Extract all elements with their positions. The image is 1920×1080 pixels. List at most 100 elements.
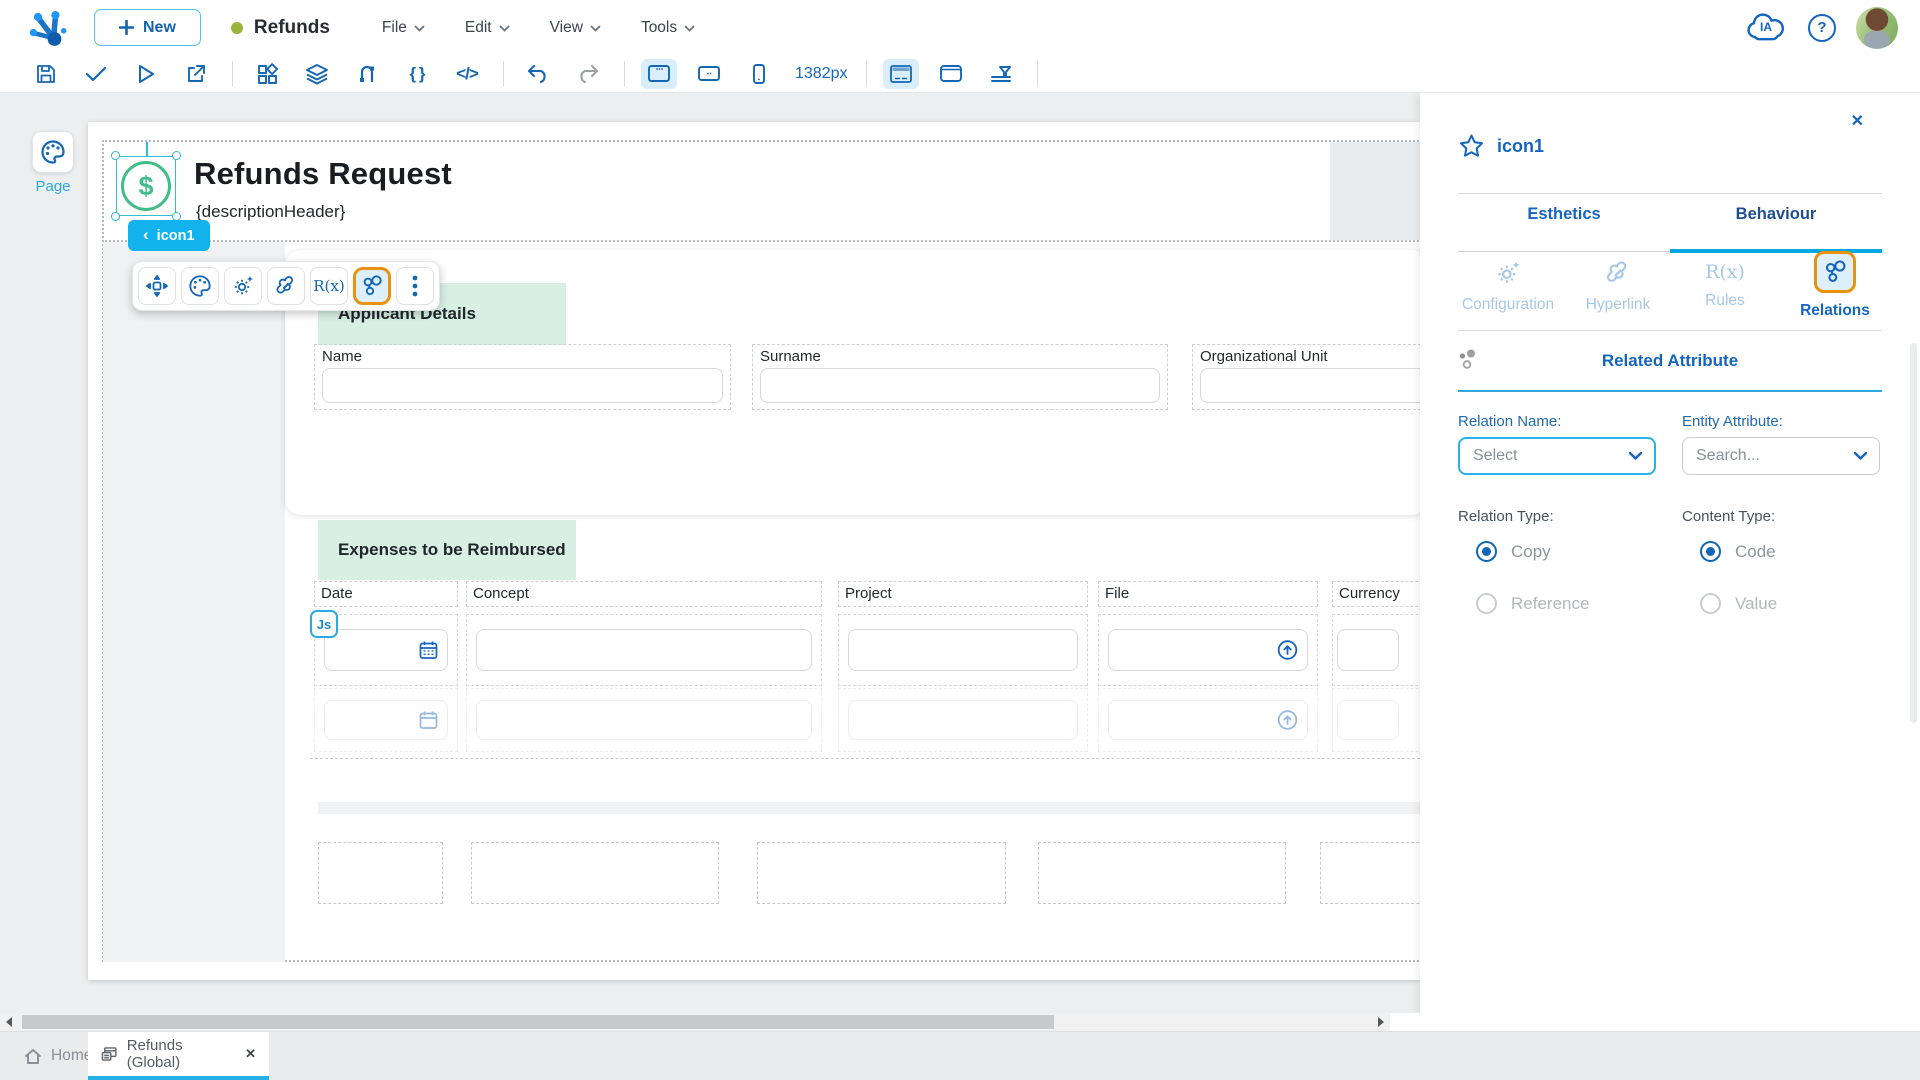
expense-row1-project-cell[interactable] xyxy=(838,614,1088,686)
panel-scrollbar[interactable] xyxy=(1910,343,1917,723)
tab-refunds-global[interactable]: Refunds (Global) ✕ xyxy=(88,1032,269,1080)
menu-view[interactable]: View xyxy=(550,19,601,37)
selection-handle[interactable] xyxy=(172,151,181,160)
mobile-view-button[interactable] xyxy=(741,59,777,89)
filter-button[interactable] xyxy=(983,59,1019,89)
footer-placeholder-cell[interactable] xyxy=(757,842,1006,904)
expense-row2-file-cell[interactable] xyxy=(1098,688,1318,752)
expense-row2-concept-cell[interactable] xyxy=(466,688,822,752)
validate-button[interactable] xyxy=(78,59,114,89)
file-input[interactable] xyxy=(1108,700,1308,740)
selection-handle[interactable] xyxy=(111,151,120,160)
style-button[interactable] xyxy=(181,267,219,305)
tab-behaviour[interactable]: Behaviour xyxy=(1670,205,1882,224)
date-input[interactable] xyxy=(324,629,448,671)
layers-button[interactable] xyxy=(299,59,335,89)
scroll-left-arrow-icon[interactable] xyxy=(6,1017,12,1027)
radio-selected-icon[interactable] xyxy=(1476,541,1497,562)
hyperlink-button[interactable] xyxy=(267,267,305,305)
panel-nav-configuration[interactable]: Configuration xyxy=(1453,259,1563,314)
date-input[interactable] xyxy=(324,700,448,740)
footer-placeholder-cell[interactable] xyxy=(318,842,443,904)
selection-handle[interactable] xyxy=(111,212,120,221)
panel-nav-rules[interactable]: R(x) Rules xyxy=(1670,259,1780,310)
relations-button[interactable] xyxy=(353,267,391,305)
expenses-section-title[interactable]: Expenses to be Reimbursed xyxy=(318,520,576,580)
field-organizational-unit-input[interactable] xyxy=(1200,368,1420,403)
expense-row2-project-cell[interactable] xyxy=(838,688,1088,752)
menu-edit[interactable]: Edit xyxy=(465,19,510,37)
save-button[interactable] xyxy=(28,59,64,89)
layout-panels-button[interactable] xyxy=(882,58,919,89)
column-header-file[interactable]: File xyxy=(1098,581,1318,607)
field-name-input[interactable] xyxy=(322,368,723,403)
help-button[interactable]: ? xyxy=(1808,13,1836,42)
field-surname[interactable]: Surname xyxy=(752,344,1168,410)
scrollbar-thumb[interactable] xyxy=(22,1015,1054,1029)
concept-input[interactable] xyxy=(476,629,812,671)
dollar-icon[interactable]: $ xyxy=(121,161,171,211)
undo-button[interactable] xyxy=(520,59,556,89)
expense-row1-currency-cell[interactable] xyxy=(1332,614,1420,686)
move-button[interactable] xyxy=(138,267,176,305)
rules-button[interactable]: R(x) xyxy=(310,267,348,305)
page-tool-button[interactable] xyxy=(32,131,74,173)
selected-element-badge[interactable]: ‹ icon1 xyxy=(128,220,210,251)
radio-selected-icon[interactable] xyxy=(1700,541,1721,562)
ai-assistant-button[interactable]: IA xyxy=(1744,11,1788,45)
panel-close-button[interactable]: ✕ xyxy=(1851,111,1864,131)
field-organizational-unit[interactable]: Organizational Unit xyxy=(1192,344,1420,410)
form-left-column[interactable] xyxy=(103,242,285,962)
column-header-date[interactable]: Date xyxy=(314,581,458,607)
expense-row2-currency-cell[interactable] xyxy=(1332,688,1420,752)
concept-input[interactable] xyxy=(476,700,812,740)
panel-nav-relations[interactable]: Relations xyxy=(1780,251,1890,320)
file-input[interactable] xyxy=(1108,629,1308,671)
radio-reference[interactable]: Reference xyxy=(1476,593,1589,614)
new-button[interactable]: New xyxy=(94,9,201,46)
radio-value[interactable]: Value xyxy=(1700,593,1777,614)
tab-esthetics[interactable]: Esthetics xyxy=(1458,205,1670,224)
desktop-view-button[interactable] xyxy=(641,58,677,89)
upload-icon[interactable] xyxy=(1277,710,1298,731)
radio-code[interactable]: Code xyxy=(1700,541,1776,562)
radio-unselected-icon[interactable] xyxy=(1700,593,1721,614)
expense-row2-date-cell[interactable] xyxy=(314,688,458,752)
upload-icon[interactable] xyxy=(1277,640,1298,661)
flow-button[interactable] xyxy=(349,59,385,89)
window-button[interactable] xyxy=(933,59,969,89)
source-code-button[interactable]: </> xyxy=(449,59,485,89)
field-surname-input[interactable] xyxy=(760,368,1160,403)
radio-copy[interactable]: Copy xyxy=(1476,541,1551,562)
horizontal-scrollbar[interactable] xyxy=(0,1013,1390,1031)
redo-button[interactable] xyxy=(570,59,606,89)
project-input[interactable] xyxy=(848,629,1078,671)
js-script-badge[interactable]: Js xyxy=(310,610,338,638)
calendar-icon[interactable] xyxy=(419,711,438,730)
footer-placeholder-cell[interactable] xyxy=(1038,842,1286,904)
form-canvas[interactable]: $ Refunds Request {descriptionHeader} ‹ … xyxy=(88,122,1420,980)
menu-file[interactable]: File xyxy=(382,19,425,37)
export-button[interactable] xyxy=(178,59,214,89)
selected-icon-element[interactable]: $ xyxy=(111,142,181,221)
field-name[interactable]: Name xyxy=(314,344,731,410)
configuration-button[interactable] xyxy=(224,267,262,305)
header-image-placeholder[interactable] xyxy=(1330,142,1420,240)
column-header-project[interactable]: Project xyxy=(838,581,1088,607)
calendar-icon[interactable] xyxy=(419,641,438,660)
radio-unselected-icon[interactable] xyxy=(1476,593,1497,614)
expense-row1-file-cell[interactable] xyxy=(1098,614,1318,686)
expense-row1-concept-cell[interactable] xyxy=(466,614,822,686)
panel-nav-hyperlink[interactable]: Hyperlink xyxy=(1563,259,1673,314)
app-logo-icon[interactable] xyxy=(26,5,72,51)
relation-name-select[interactable]: Select xyxy=(1458,437,1656,475)
applicant-details-card[interactable]: Applicant Details Name Surname Organizat… xyxy=(285,250,1420,515)
widgets-button[interactable] xyxy=(249,59,285,89)
project-input[interactable] xyxy=(848,700,1078,740)
footer-placeholder-cell[interactable] xyxy=(471,842,719,904)
currency-input[interactable] xyxy=(1337,629,1399,671)
column-header-currency[interactable]: Currency xyxy=(1332,581,1420,607)
column-header-concept[interactable]: Concept xyxy=(466,581,822,607)
braces-button[interactable]: { } xyxy=(399,59,435,89)
menu-tools[interactable]: Tools xyxy=(641,19,695,37)
